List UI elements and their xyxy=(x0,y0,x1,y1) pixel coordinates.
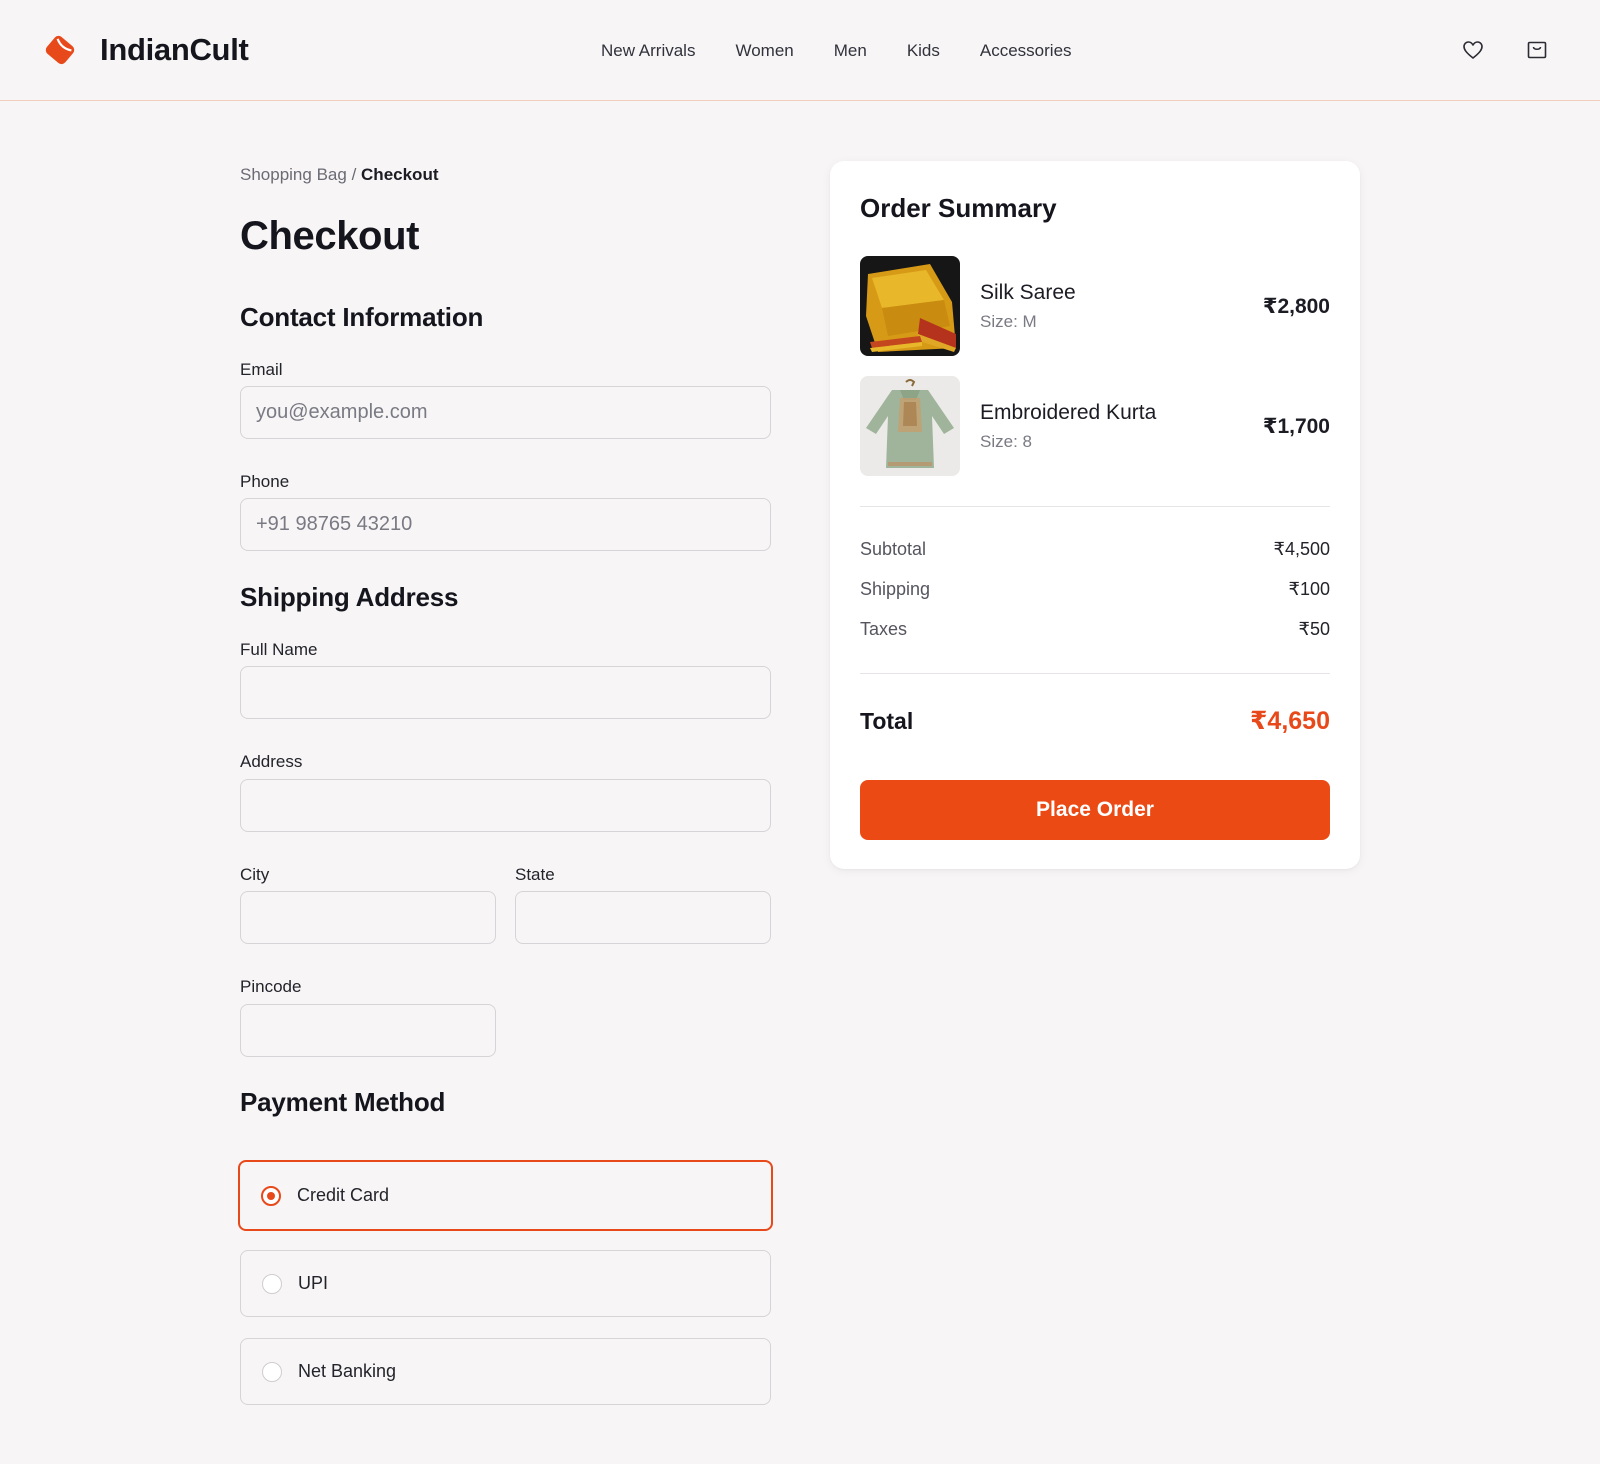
main-nav: New Arrivals Women Men Kids Accessories xyxy=(601,38,1072,64)
brand-logo[interactable]: IndianCult xyxy=(40,30,249,70)
item-size: Size: M xyxy=(980,312,1037,331)
divider xyxy=(860,673,1330,674)
nav-women[interactable]: Women xyxy=(735,41,793,61)
item-name: Silk Saree xyxy=(980,281,1076,304)
place-order-button[interactable]: Place Order xyxy=(860,780,1330,840)
payment-option-label: UPI xyxy=(298,1273,329,1293)
nav-men[interactable]: Men xyxy=(834,41,867,61)
state-input[interactable] xyxy=(515,891,771,944)
payment-section-title: Payment Method xyxy=(240,1087,446,1117)
payment-option-upi[interactable]: UPI xyxy=(240,1250,771,1317)
pincode-input[interactable] xyxy=(240,1004,496,1057)
nav-kids[interactable]: Kids xyxy=(907,41,940,61)
divider xyxy=(860,506,1330,507)
radio-net-banking[interactable] xyxy=(262,1361,282,1382)
subtotal-label: Subtotal xyxy=(860,539,927,559)
shipping-label: Shipping xyxy=(860,579,931,599)
wishlist-button[interactable] xyxy=(1459,36,1487,64)
checkout-form: Shopping Bag / Checkout Checkout Contact… xyxy=(238,160,773,1405)
order-item: Embroidered Kurta Size: 8 ₹1,700 xyxy=(860,376,1330,476)
full-name-label: Full Name xyxy=(240,640,318,659)
address-label: Address xyxy=(240,752,303,771)
email-label: Email xyxy=(240,360,283,379)
payment-option-credit-card[interactable]: Credit Card xyxy=(238,1160,773,1231)
order-summary-title: Order Summary xyxy=(860,193,1057,223)
total-label: Total xyxy=(860,708,914,734)
radio-upi[interactable] xyxy=(262,1273,282,1294)
item-size: Size: 8 xyxy=(980,432,1032,451)
email-input[interactable] xyxy=(240,386,771,439)
item-price: ₹1,700 xyxy=(1262,415,1330,438)
shipping-section-title: Shipping Address xyxy=(240,582,459,612)
item-price: ₹2,800 xyxy=(1262,295,1330,318)
embroidered-kurta-image xyxy=(860,376,960,476)
item-name: Embroidered Kurta xyxy=(980,401,1157,424)
breadcrumb-shopping-bag[interactable]: Shopping Bag xyxy=(240,165,347,184)
payment-option-label: Net Banking xyxy=(298,1361,397,1381)
taxes-value: ₹50 xyxy=(1298,619,1330,639)
total-value: ₹4,650 xyxy=(1250,707,1330,735)
address-input[interactable] xyxy=(240,779,771,832)
breadcrumb-current: Checkout xyxy=(361,165,439,184)
phone-label: Phone xyxy=(240,472,290,491)
state-label: State xyxy=(515,865,555,884)
breadcrumb: Shopping Bag / Checkout xyxy=(240,160,771,190)
silk-saree-image xyxy=(860,256,960,356)
nav-new-arrivals[interactable]: New Arrivals xyxy=(601,41,695,61)
city-label: City xyxy=(240,865,270,884)
shopping-bag-icon xyxy=(1527,41,1547,59)
page-title: Checkout xyxy=(240,214,420,258)
full-name-input[interactable] xyxy=(240,666,771,719)
breadcrumb-separator: / xyxy=(351,165,357,184)
cart-button[interactable] xyxy=(1523,36,1551,64)
order-summary-card: Order Summary Silk Saree Size: M ₹2,800 xyxy=(830,161,1360,869)
phone-input[interactable] xyxy=(240,498,771,551)
payment-option-net-banking[interactable]: Net Banking xyxy=(240,1338,771,1405)
logo-icon xyxy=(45,35,75,65)
subtotal-value: ₹4,500 xyxy=(1273,539,1331,559)
contact-section-title: Contact Information xyxy=(240,302,484,332)
shipping-value: ₹100 xyxy=(1288,579,1330,599)
radio-credit-card[interactable] xyxy=(261,1185,281,1206)
city-input[interactable] xyxy=(240,891,496,944)
payment-option-label: Credit Card xyxy=(297,1185,390,1205)
order-item: Silk Saree Size: M ₹2,800 xyxy=(860,256,1330,356)
heart-icon xyxy=(1463,41,1483,59)
site-header: IndianCult New Arrivals Women Men Kids A… xyxy=(0,0,1600,101)
brand-name: IndianCult xyxy=(100,32,249,67)
pincode-label: Pincode xyxy=(240,977,302,996)
taxes-label: Taxes xyxy=(860,619,908,639)
nav-accessories[interactable]: Accessories xyxy=(980,41,1072,61)
